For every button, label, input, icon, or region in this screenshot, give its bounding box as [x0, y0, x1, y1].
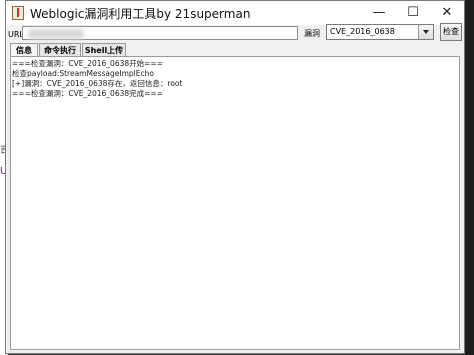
- output-line: ===检查漏洞：CVE_2016_0638完成===: [12, 89, 163, 98]
- maximize-button[interactable]: ☐: [396, 1, 430, 25]
- title-bar[interactable]: Weblogic漏洞利用工具by 21superman — ☐ ✕: [6, 1, 464, 25]
- chevron-down-icon[interactable]: [418, 25, 433, 39]
- tab-shell-upload[interactable]: Shell上传: [82, 43, 126, 56]
- output-line: [+]漏洞：CVE_2016_0638存在，返回信息：root: [12, 79, 183, 88]
- check-button[interactable]: 检查: [440, 23, 462, 41]
- close-button[interactable]: ✕: [430, 1, 464, 25]
- output-line: 检查payload:StreamMessageImplEcho: [12, 69, 154, 78]
- tab-info[interactable]: 信息: [10, 43, 38, 56]
- minimize-button[interactable]: —: [362, 1, 396, 25]
- url-input[interactable]: [22, 26, 298, 40]
- main-window: Weblogic漏洞利用工具by 21superman — ☐ ✕ URL 漏洞…: [5, 0, 465, 354]
- vuln-select[interactable]: CVE_2016_0638: [326, 24, 434, 40]
- tab-command-exec[interactable]: 命令执行: [39, 43, 81, 56]
- output-line: ===检查漏洞：CVE_2016_0638开始===: [12, 59, 163, 68]
- vuln-label: 漏洞: [304, 29, 320, 38]
- redacted-url: [27, 29, 85, 39]
- vuln-selected-value: CVE_2016_0638: [330, 27, 395, 36]
- window-title: Weblogic漏洞利用工具by 21superman: [30, 7, 251, 21]
- app-icon: [12, 6, 24, 20]
- output-area[interactable]: ===检查漏洞：CVE_2016_0638开始=== 检查payload:Str…: [10, 56, 460, 350]
